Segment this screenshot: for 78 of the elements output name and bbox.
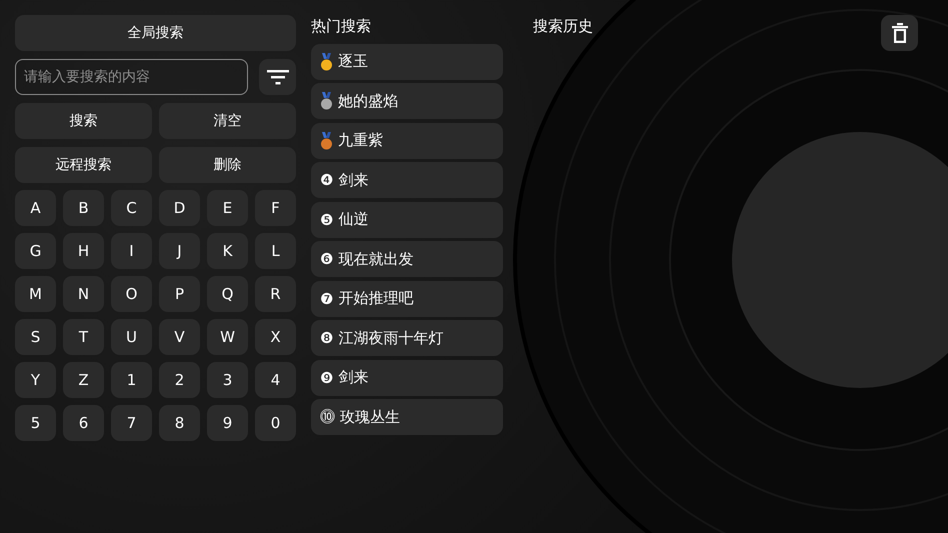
keyboard-key[interactable]: R xyxy=(255,276,296,312)
medal-icon xyxy=(320,92,333,110)
keyboard-key[interactable]: 3 xyxy=(207,362,248,398)
keyboard-key[interactable]: E xyxy=(207,190,248,226)
hot-search-item[interactable]: ❺ 仙逆 xyxy=(311,202,503,238)
hot-search-item[interactable]: 九重紫 xyxy=(311,122,503,158)
keyboard-key[interactable]: 9 xyxy=(207,405,248,441)
item-title: 现在就出发 xyxy=(338,250,414,268)
item-title: 逐玉 xyxy=(338,52,368,71)
hot-search-item[interactable]: ❼ 开始推理吧 xyxy=(311,280,503,316)
keyboard-key[interactable]: F xyxy=(255,190,296,226)
filter-icon xyxy=(266,69,288,85)
keyboard-key[interactable]: 8 xyxy=(159,405,200,441)
item-title: 剑来 xyxy=(338,368,368,387)
rank-number: ❼ xyxy=(320,290,334,308)
item-title: 她的盛焰 xyxy=(338,92,398,110)
keyboard-key[interactable]: S xyxy=(15,319,56,355)
hot-search-item[interactable]: 她的盛焰 xyxy=(311,83,503,119)
keyboard-key[interactable]: U xyxy=(111,319,152,355)
keyboard-key[interactable]: W xyxy=(207,319,248,355)
keyboard-key[interactable]: A xyxy=(15,190,56,226)
keyboard-key[interactable]: 7 xyxy=(111,405,152,441)
keyboard-key[interactable]: M xyxy=(15,276,56,312)
keyboard-key[interactable]: B xyxy=(63,190,104,226)
keyboard-key[interactable]: 1 xyxy=(111,362,152,398)
section-title: 搜索历史 xyxy=(533,16,593,37)
remote-search-button[interactable]: 远程搜索 xyxy=(15,147,152,183)
item-title: 江湖夜雨十年灯 xyxy=(338,328,444,348)
keyboard-key[interactable]: 6 xyxy=(63,405,104,441)
keyboard-key[interactable]: Z xyxy=(63,362,104,398)
keyboard-key[interactable]: X xyxy=(255,319,296,355)
keyboard-key[interactable]: T xyxy=(63,319,104,355)
item-title: 剑来 xyxy=(338,170,368,190)
keyboard-key[interactable]: 5 xyxy=(15,405,56,441)
item-title: 仙逆 xyxy=(338,210,368,229)
search-button[interactable]: 搜索 xyxy=(15,103,152,139)
keyboard-key[interactable]: N xyxy=(63,276,104,312)
section-title: 热门搜索 xyxy=(311,16,372,37)
rank-number: ❹ xyxy=(320,171,334,189)
search-field[interactable]: 请输入要搜索的内容 xyxy=(15,59,248,95)
keyboard-key[interactable]: J xyxy=(159,233,200,269)
hot-search-item[interactable]: ❻ 现在就出发 xyxy=(311,241,503,277)
keyboard-key[interactable]: Y xyxy=(15,362,56,398)
clear-button[interactable]: 清空 xyxy=(159,103,296,139)
item-title: 玫瑰丛生 xyxy=(340,408,400,426)
keyboard-key[interactable]: 4 xyxy=(255,362,296,398)
keyboard-key[interactable]: Q xyxy=(207,276,248,312)
delete-button[interactable]: 删除 xyxy=(159,147,296,183)
keyboard-key[interactable]: L xyxy=(255,233,296,269)
keyboard-key[interactable]: G xyxy=(15,233,56,269)
hot-search-item[interactable]: ❹ 剑来 xyxy=(311,162,503,198)
trash-icon xyxy=(892,23,908,43)
rank-number: ❾ xyxy=(320,368,334,386)
keyboard-key[interactable]: K xyxy=(207,233,248,269)
rank-number: ⓾ xyxy=(320,408,335,426)
hot-search-item[interactable]: ❽ 江湖夜雨十年灯 xyxy=(311,320,503,356)
keyboard-key[interactable]: V xyxy=(159,319,200,355)
delete-history-button[interactable] xyxy=(881,15,918,51)
rank-number: ❺ xyxy=(320,210,334,228)
keyboard-key[interactable]: H xyxy=(63,233,104,269)
keyboard-key[interactable]: 2 xyxy=(159,362,200,398)
medal-icon xyxy=(320,52,333,70)
rank-number: ❻ xyxy=(320,250,334,268)
keyboard-key[interactable]: I xyxy=(111,233,152,269)
hot-search-item[interactable]: ❾ 剑来 xyxy=(311,360,503,396)
keyboard-key[interactable]: O xyxy=(111,276,152,312)
hot-search-item[interactable]: ⓾ 玫瑰丛生 xyxy=(311,399,503,435)
keyboard-key[interactable]: C xyxy=(111,190,152,226)
keyboard-key[interactable]: D xyxy=(159,190,200,226)
global-search-button[interactable]: 全局搜索 xyxy=(15,15,296,51)
filter-button[interactable] xyxy=(259,59,296,95)
item-title: 九重紫 xyxy=(338,131,383,150)
hot-search-item[interactable]: 逐玉 xyxy=(311,44,503,80)
medal-icon xyxy=(320,132,333,150)
item-title: 开始推理吧 xyxy=(338,289,414,308)
keyboard-key[interactable]: 0 xyxy=(255,405,296,441)
rank-number: ❽ xyxy=(320,329,334,347)
keyboard-key[interactable]: P xyxy=(159,276,200,312)
